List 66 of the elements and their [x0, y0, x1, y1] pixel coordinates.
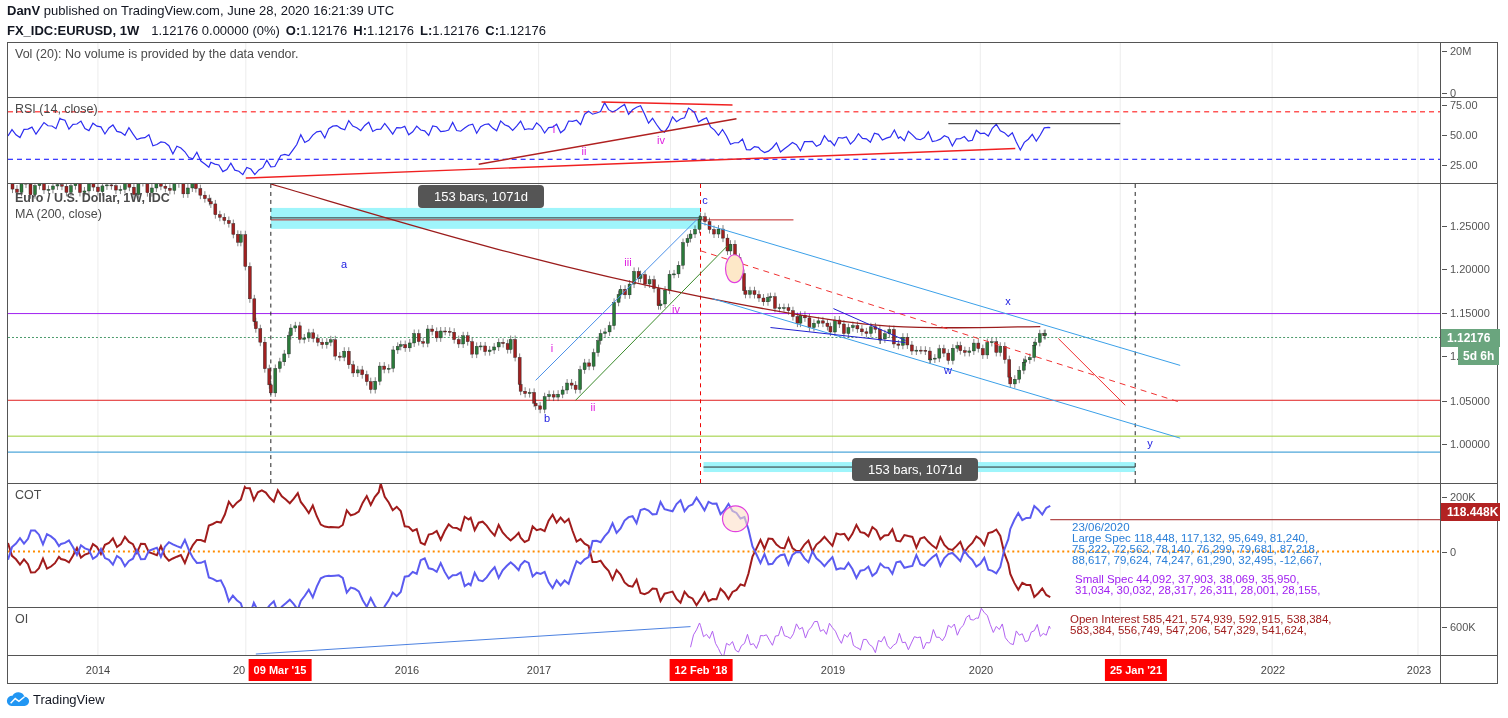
bar-count-badge: 153 bars, 1071d: [418, 185, 544, 208]
date-marker-badge: 25 Jan '21: [1104, 659, 1168, 681]
small-spec-values: Small Spec 44,092, 37,903, 38,069, 35,950,: [1075, 574, 1300, 585]
axis-label: 50.00: [1442, 128, 1478, 142]
indicator-legend: MA (200, close): [15, 207, 102, 221]
date-marker-badge: 09 Mar '15: [248, 659, 312, 681]
time-axis-label: 2020: [968, 664, 994, 676]
wave-label: a: [339, 257, 349, 271]
ohlc-value: L:1.12176: [420, 22, 480, 40]
open-interest-values: 583,384, 556,749, 547,206, 547,329, 541,624,: [1070, 625, 1308, 636]
report-date: 23/06/2020: [1072, 522, 1131, 533]
indicator-legend: OI: [15, 612, 29, 626]
ohlc-value: H:1.12176: [353, 22, 414, 40]
axis-label: 200K: [1442, 490, 1476, 504]
wave-label: b: [542, 411, 552, 425]
ohlc-value: C:1.12176: [485, 22, 546, 40]
wave-label: y: [1146, 436, 1154, 450]
publish-info: DanV published on TradingView.com, June 28, 2020 16:21:39 UTC: [7, 2, 395, 20]
time-axis-label: 2019: [820, 664, 846, 676]
axis-label: 1.20000: [1442, 262, 1490, 276]
axis-label: 1.05000: [1442, 394, 1490, 408]
value-badge: 118.448K: [1441, 503, 1500, 521]
symbol-title: FX_IDC:EURUSD, 1W: [7, 22, 140, 40]
series-legend: Euro / U.S. Dollar, 1W, IDC: [15, 191, 170, 205]
indicator-legend: RSI (14, close): [15, 102, 98, 116]
axis-label: 1.00000: [1442, 437, 1490, 451]
wave-label: x: [1004, 294, 1012, 308]
indicator-legend: Vol (20): No volume is provided by the data vendor.: [15, 47, 299, 61]
countdown-badge: 5d 6h: [1458, 347, 1500, 365]
axis-label: 25.00: [1442, 158, 1478, 172]
time-axis-label: 2023: [1406, 664, 1432, 676]
bar-count-badge: 153 bars, 1071d: [852, 458, 978, 481]
axis-label: 1.25000: [1442, 219, 1490, 233]
brand-name: TradingView: [33, 692, 105, 707]
wave-label: iii: [623, 255, 633, 269]
open-interest-values: Open Interest 585,421, 574,939, 592,915, 538,384,: [1070, 614, 1332, 625]
time-axis-label: 20: [232, 664, 246, 676]
wave-label: i: [549, 341, 555, 355]
axis-label: 20M: [1442, 44, 1472, 58]
highlight-ellipse: [724, 254, 745, 284]
axis-label: 0: [1442, 545, 1457, 559]
wave-label: iv: [656, 133, 666, 147]
quote-value: 1.12176 0.00000 (0%): [151, 22, 280, 40]
large-spec-values: 88,617, 79,624, 74,247, 61,290, 32,495, -12,667,: [1072, 555, 1323, 566]
wave-label: ii: [580, 144, 588, 158]
large-spec-values: 75,222, 72,562, 78,140, 76,299, 79,681, 87,218,: [1072, 544, 1319, 555]
wave-label: w: [943, 363, 953, 377]
axis-label: 75.00: [1442, 98, 1478, 112]
time-axis-label: 2022: [1260, 664, 1286, 676]
date-marker-badge: 12 Feb '18: [669, 659, 733, 681]
wave-label: ii: [589, 400, 597, 414]
time-axis-label: 2014: [85, 664, 111, 676]
ohlc-value: O:1.12176: [285, 22, 348, 40]
wave-label: iv: [671, 302, 681, 316]
wave-label: i: [551, 122, 557, 136]
axis-label: 600K: [1442, 620, 1476, 634]
large-spec-values: Large Spec 118,448, 117,132, 95,649, 81,240,: [1072, 533, 1309, 544]
price-badge: 1.12176: [1441, 329, 1500, 347]
cloud-logo-icon: [6, 692, 30, 707]
small-spec-values: 31,034, 30,032, 28,317, 26,311, 28,001, 28,155,: [1075, 585, 1322, 596]
time-axis-label: 2017: [526, 664, 552, 676]
highlight-circle: [721, 505, 750, 533]
indicator-legend: COT: [15, 488, 42, 502]
axis-label: 1.15000: [1442, 306, 1490, 320]
wave-label: c: [701, 193, 709, 207]
time-axis-label: 2016: [394, 664, 420, 676]
